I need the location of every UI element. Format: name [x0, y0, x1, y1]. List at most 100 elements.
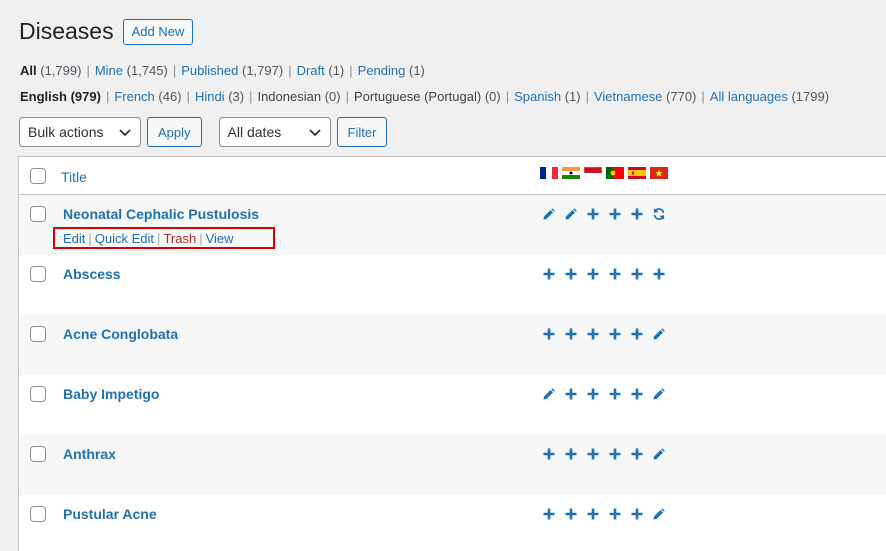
status-mine[interactable]: Mine (1,745) [95, 63, 168, 78]
pencil-icon[interactable] [652, 325, 674, 343]
lang-spanish[interactable]: Spanish (1) [514, 89, 581, 104]
trash-link[interactable]: Trash [163, 231, 196, 246]
separator: | [199, 230, 203, 246]
row-title-link[interactable]: Abscess [63, 266, 121, 282]
filter-button[interactable]: Filter [336, 117, 388, 147]
add-new-button[interactable]: Add New [122, 18, 194, 45]
pencil-icon[interactable] [652, 445, 674, 463]
plus-icon[interactable] [630, 205, 652, 223]
plus-icon[interactable] [630, 445, 652, 463]
row-checkbox[interactable] [30, 326, 46, 342]
status-all[interactable]: All (1,799) [20, 63, 81, 78]
plus-icon[interactable] [652, 265, 674, 283]
status-draft[interactable]: Draft (1) [297, 63, 345, 78]
status-filter-links: All (1,799) | Mine (1,745) | Published (1,79… [20, 63, 425, 78]
page-title: Diseases [19, 18, 114, 44]
row-title-link[interactable]: Anthrax [63, 446, 116, 462]
plus-icon[interactable] [542, 265, 564, 283]
indonesia-flag-icon [584, 167, 602, 179]
table-row: Pustular Acne [19, 495, 886, 551]
title-row: Diseases Add New [19, 17, 194, 46]
chevron-down-icon [308, 129, 321, 137]
plus-icon[interactable] [630, 265, 652, 283]
table-row: Baby Impetigo [19, 375, 886, 435]
table-row: Abscess [19, 255, 886, 315]
plus-icon[interactable] [586, 325, 608, 343]
row-checkbox[interactable] [30, 206, 46, 222]
pencil-icon[interactable] [564, 205, 586, 223]
quick-edit-link[interactable]: Quick Edit [95, 231, 154, 246]
row-checkbox[interactable] [30, 506, 46, 522]
row-title-link[interactable]: Acne Conglobata [63, 326, 178, 342]
pencil-icon[interactable] [652, 505, 674, 523]
india-flag-icon [562, 167, 580, 179]
pencil-icon[interactable] [542, 385, 564, 403]
plus-icon[interactable] [564, 445, 586, 463]
separator: | [88, 230, 92, 246]
table-row: Acne Conglobata [19, 315, 886, 375]
plus-icon[interactable] [586, 205, 608, 223]
portugal-flag-icon [606, 167, 624, 179]
plus-icon[interactable] [564, 385, 586, 403]
tablenav: Bulk actions Apply All dates Filter [19, 117, 388, 147]
edit-link[interactable]: Edit [63, 231, 85, 246]
vietnam-flag-icon [650, 167, 668, 179]
plus-icon[interactable] [630, 325, 652, 343]
posts-table: Title Neonatal Cephalic Pustulosis Edit | Q… [18, 156, 886, 551]
row-checkbox[interactable] [30, 266, 46, 282]
plus-icon[interactable] [564, 265, 586, 283]
title-column-header[interactable]: Title [61, 169, 87, 185]
row-checkbox[interactable] [30, 446, 46, 462]
separator: | [157, 230, 161, 246]
date-filter-value: All dates [227, 124, 282, 140]
row-checkbox[interactable] [30, 386, 46, 402]
language-flags [540, 167, 672, 179]
bulk-actions-select[interactable]: Bulk actions [19, 117, 141, 147]
pencil-icon[interactable] [652, 385, 674, 403]
plus-icon[interactable] [542, 325, 564, 343]
plus-icon[interactable] [630, 385, 652, 403]
plus-icon[interactable] [564, 505, 586, 523]
plus-icon[interactable] [608, 325, 630, 343]
plus-icon[interactable] [586, 505, 608, 523]
bulk-actions-value: Bulk actions [28, 124, 104, 140]
status-pending[interactable]: Pending (1) [358, 63, 425, 78]
lang-vietnamese[interactable]: Vietnamese (770) [594, 89, 696, 104]
row-actions: Edit | Quick Edit | Trash | View [53, 227, 275, 249]
plus-icon[interactable] [630, 505, 652, 523]
plus-icon[interactable] [586, 385, 608, 403]
translation-icons [542, 505, 674, 523]
plus-icon[interactable] [608, 385, 630, 403]
lang-english[interactable]: English (979) [20, 89, 101, 104]
plus-icon[interactable] [608, 205, 630, 223]
chevron-down-icon [119, 129, 131, 137]
date-filter-select[interactable]: All dates [218, 117, 331, 147]
plus-icon[interactable] [608, 265, 630, 283]
plus-icon[interactable] [586, 445, 608, 463]
translation-icons [542, 445, 674, 463]
lang-portuguese: Portuguese (Portugal) (0) [354, 89, 501, 104]
plus-icon[interactable] [542, 445, 564, 463]
table-row: Anthrax [19, 435, 886, 495]
plus-icon[interactable] [586, 265, 608, 283]
plus-icon[interactable] [564, 325, 586, 343]
select-all-checkbox[interactable] [30, 168, 46, 184]
lang-hindi[interactable]: Hindi (3) [195, 89, 244, 104]
translation-icons [542, 385, 674, 403]
plus-icon[interactable] [608, 445, 630, 463]
lang-all[interactable]: All languages (1799) [710, 89, 829, 104]
france-flag-icon [540, 167, 558, 179]
row-title-link[interactable]: Pustular Acne [63, 506, 157, 522]
sync-icon[interactable] [652, 205, 674, 223]
status-published[interactable]: Published (1,797) [181, 63, 283, 78]
pencil-icon[interactable] [542, 205, 564, 223]
view-link[interactable]: View [206, 231, 234, 246]
row-title-link[interactable]: Baby Impetigo [63, 386, 159, 402]
translation-icons [542, 205, 674, 223]
plus-icon[interactable] [542, 505, 564, 523]
apply-button[interactable]: Apply [147, 117, 202, 147]
lang-french[interactable]: French (46) [114, 89, 181, 104]
row-title-link[interactable]: Neonatal Cephalic Pustulosis [63, 206, 259, 222]
plus-icon[interactable] [608, 505, 630, 523]
lang-indonesian: Indonesian (0) [257, 89, 341, 104]
